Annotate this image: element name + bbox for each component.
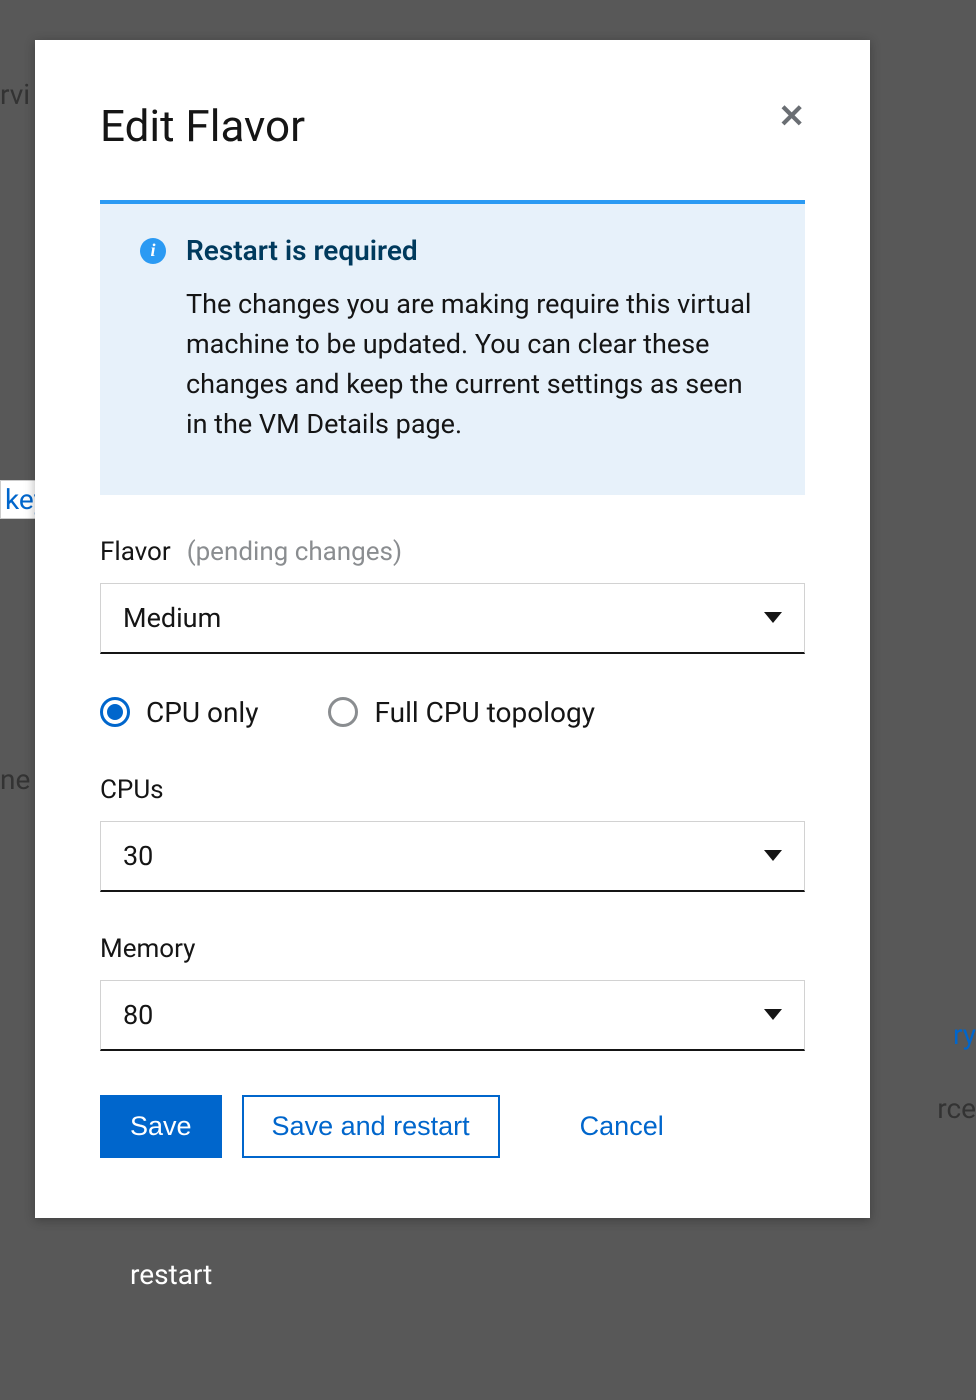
radio-icon bbox=[328, 697, 358, 727]
modal-title: Edit Flavor bbox=[100, 100, 305, 152]
alert-header: i Restart is required bbox=[140, 234, 765, 267]
alert-body: The changes you are making require this … bbox=[186, 285, 765, 445]
flavor-label: Flavor bbox=[100, 537, 171, 567]
flavor-label-row: Flavor (pending changes) bbox=[100, 537, 805, 567]
cpus-value: 30 bbox=[123, 840, 153, 872]
close-button[interactable]: ✕ bbox=[778, 100, 805, 132]
radio-dot-icon bbox=[107, 704, 123, 720]
bg-fragment: rvi bbox=[0, 78, 30, 111]
close-icon: ✕ bbox=[778, 98, 805, 134]
bg-fragment: restart bbox=[130, 1258, 212, 1291]
flavor-select[interactable]: Medium bbox=[100, 583, 805, 654]
radio-cpu-only[interactable]: CPU only bbox=[100, 696, 258, 729]
cancel-button[interactable]: Cancel bbox=[550, 1095, 694, 1158]
cpu-mode-radio-group: CPU only Full CPU topology bbox=[100, 696, 805, 729]
bg-fragment: rce bbox=[937, 1092, 976, 1125]
modal-header: Edit Flavor ✕ bbox=[100, 100, 805, 152]
save-and-restart-button[interactable]: Save and restart bbox=[242, 1095, 500, 1158]
flavor-value: Medium bbox=[123, 602, 221, 634]
chevron-down-icon bbox=[764, 1009, 782, 1020]
flavor-field: Flavor (pending changes) Medium bbox=[100, 537, 805, 654]
modal-footer: Save Save and restart Cancel bbox=[100, 1095, 805, 1158]
cpus-select[interactable]: 30 bbox=[100, 821, 805, 892]
chevron-down-icon bbox=[764, 612, 782, 623]
radio-label: Full CPU topology bbox=[374, 696, 594, 729]
chevron-down-icon bbox=[764, 850, 782, 861]
radio-full-cpu-topology[interactable]: Full CPU topology bbox=[328, 696, 594, 729]
pending-changes-text: (pending changes) bbox=[187, 537, 402, 567]
info-icon: i bbox=[140, 238, 166, 264]
memory-field: Memory 80 bbox=[100, 934, 805, 1051]
memory-select[interactable]: 80 bbox=[100, 980, 805, 1051]
bg-fragment: ry bbox=[953, 1018, 976, 1051]
edit-flavor-modal: Edit Flavor ✕ i Restart is required The … bbox=[35, 40, 870, 1218]
memory-label: Memory bbox=[100, 934, 805, 964]
save-button[interactable]: Save bbox=[100, 1095, 222, 1158]
cpus-field: CPUs 30 bbox=[100, 775, 805, 892]
memory-value: 80 bbox=[123, 999, 153, 1031]
alert-title: Restart is required bbox=[186, 234, 418, 267]
radio-icon bbox=[100, 697, 130, 727]
radio-label: CPU only bbox=[146, 696, 258, 729]
restart-required-alert: i Restart is required The changes you ar… bbox=[100, 200, 805, 495]
cpus-label: CPUs bbox=[100, 775, 805, 805]
